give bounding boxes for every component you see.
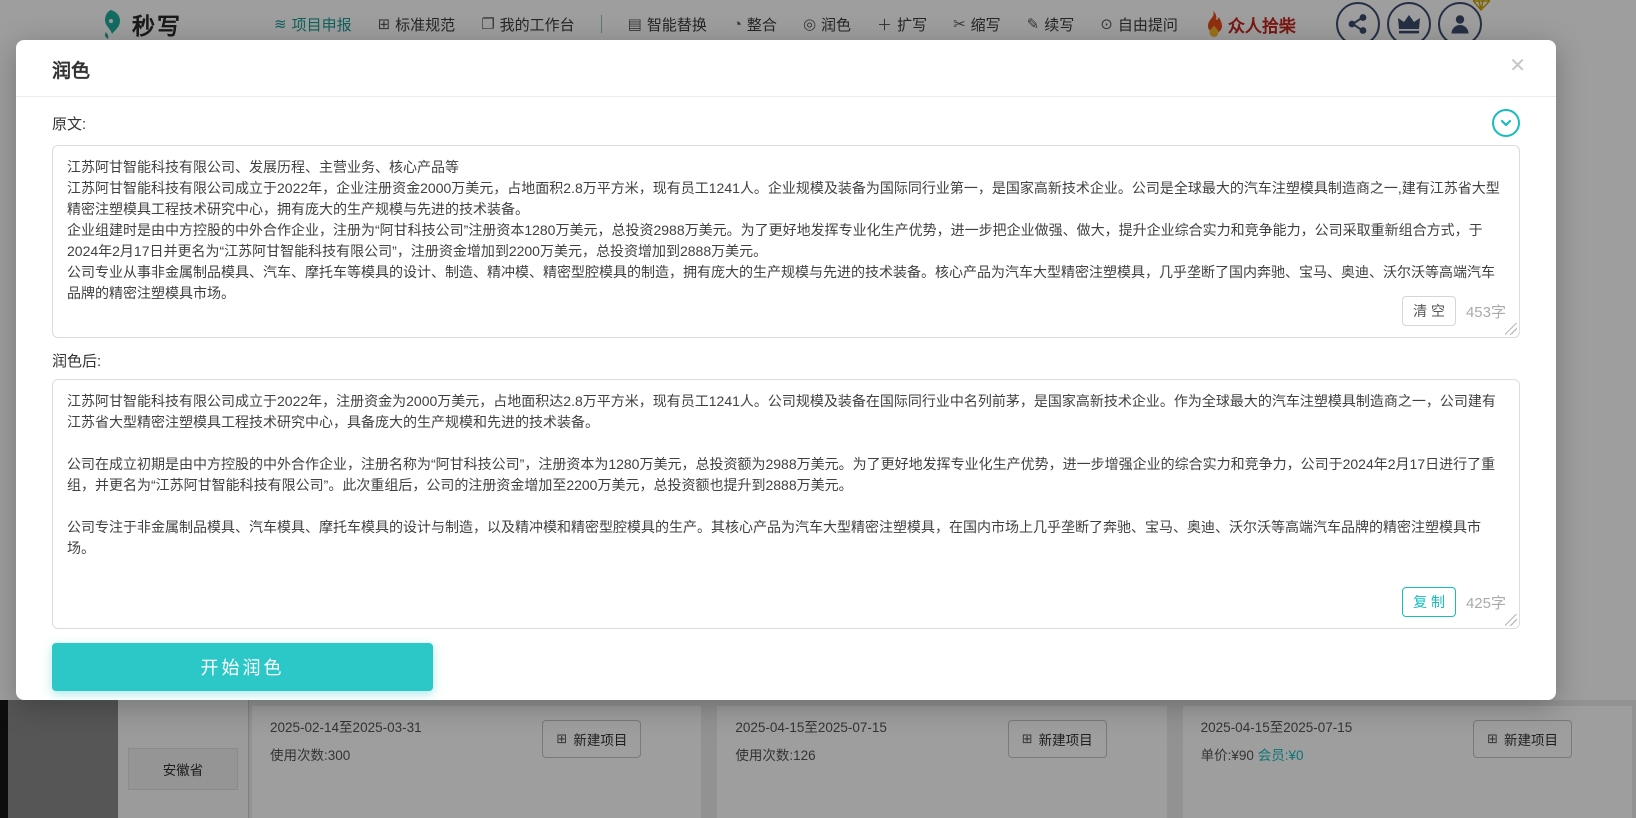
polish-dialog: 润色 ✕ 原文: 江苏阿甘智能科技有限公司、发展历程、主营业务、核心产品等 江苏…	[16, 40, 1556, 700]
source-char-count: 453字	[1465, 303, 1506, 321]
result-char-count: 425字	[1465, 594, 1506, 612]
result-textbox: 江苏阿甘智能科技有限公司成立于2022年，注册资金为2000万美元，占地面积达2…	[52, 379, 1520, 629]
source-label: 原文:	[52, 115, 87, 133]
close-icon[interactable]: ✕	[1509, 56, 1526, 76]
result-textarea[interactable]: 江苏阿甘智能科技有限公司成立于2022年，注册资金为2000万美元，占地面积达2…	[52, 379, 1520, 629]
clear-button[interactable]: 清 空	[1402, 296, 1456, 326]
resize-handle-icon[interactable]	[1505, 614, 1517, 626]
dialog-body: 原文: 江苏阿甘智能科技有限公司、发展历程、主营业务、核心产品等 江苏阿甘智能科…	[16, 109, 1556, 691]
chevron-down-icon	[1500, 119, 1512, 127]
dialog-header: 润色 ✕	[16, 40, 1556, 97]
start-polish-button[interactable]: 开始润色	[52, 643, 433, 691]
result-label: 润色后:	[52, 353, 102, 370]
resize-handle-icon[interactable]	[1505, 323, 1517, 335]
dialog-title: 润色	[52, 61, 91, 82]
source-textbox: 江苏阿甘智能科技有限公司、发展历程、主营业务、核心产品等 江苏阿甘智能科技有限公…	[52, 145, 1520, 338]
copy-button[interactable]: 复 制	[1402, 587, 1456, 617]
source-textarea[interactable]: 江苏阿甘智能科技有限公司、发展历程、主营业务、核心产品等 江苏阿甘智能科技有限公…	[52, 145, 1520, 338]
collapse-button[interactable]	[1492, 109, 1520, 137]
